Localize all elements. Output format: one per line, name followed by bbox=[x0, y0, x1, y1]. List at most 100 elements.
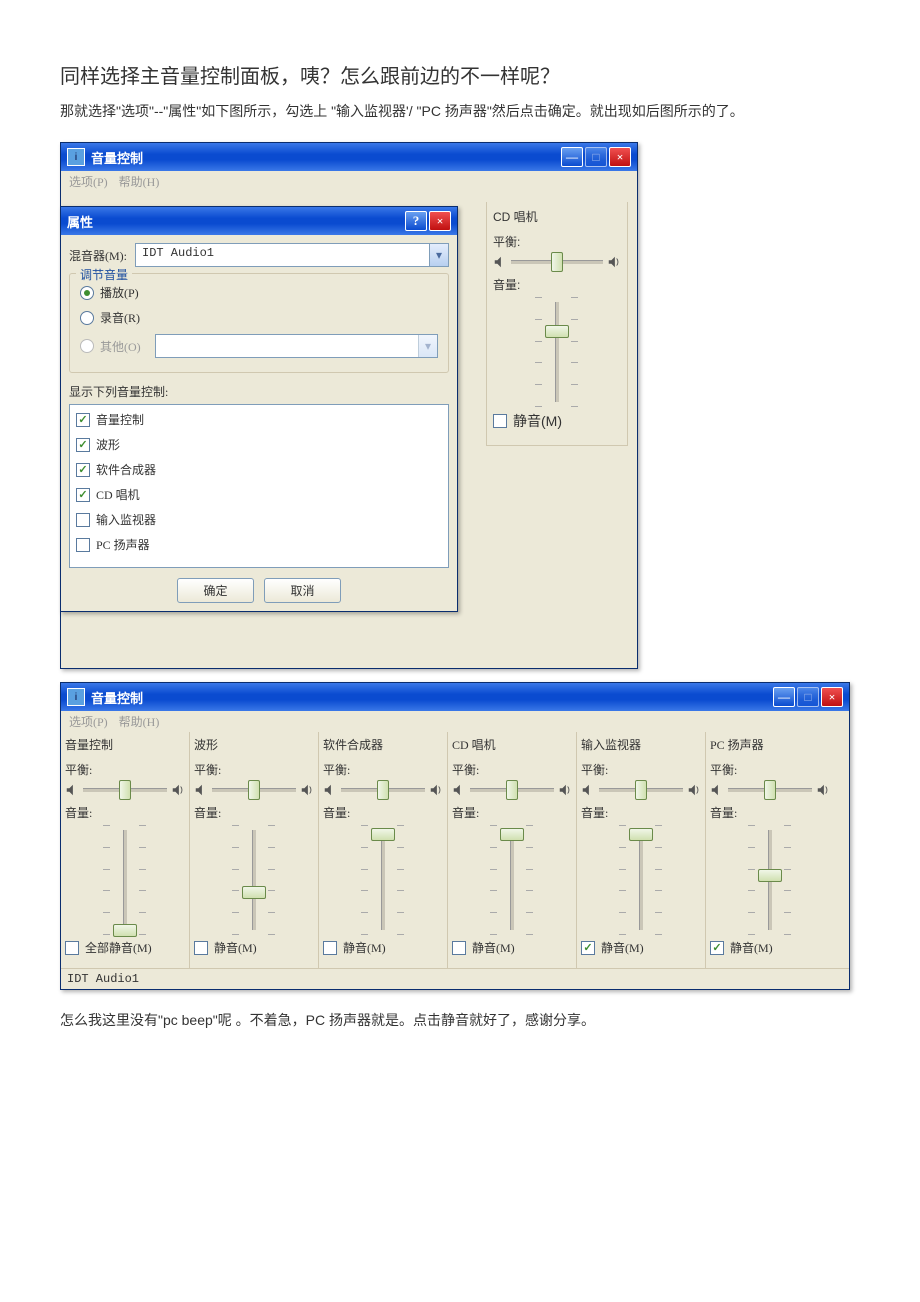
mute-checkbox[interactable]: ✓静音(M) bbox=[710, 939, 830, 956]
channel-title: 波形 bbox=[194, 736, 314, 753]
balance-slider[interactable] bbox=[470, 780, 554, 800]
speaker-left-icon bbox=[493, 255, 507, 269]
channel-title: 输入监视器 bbox=[581, 736, 701, 753]
prop-titlebar: 属性 ? × bbox=[61, 207, 457, 235]
volume-label: 音量: bbox=[194, 804, 314, 821]
minimize-button[interactable]: — bbox=[561, 147, 583, 167]
speaker-right-icon bbox=[429, 783, 443, 797]
menu-help[interactable]: 帮助(H) bbox=[119, 715, 160, 729]
check-volume-control[interactable]: ✓音量控制 bbox=[76, 411, 442, 428]
channel-title: 音量控制 bbox=[65, 736, 185, 753]
speaker-left-icon bbox=[194, 783, 208, 797]
prop-title: 属性 bbox=[67, 212, 405, 231]
mute-checkbox[interactable]: 静音(M) bbox=[493, 411, 621, 431]
volume-label: 音量: bbox=[452, 804, 572, 821]
menu-options[interactable]: 选项(P) bbox=[69, 715, 108, 729]
balance-slider[interactable] bbox=[511, 252, 603, 272]
chevron-down-icon: ▾ bbox=[418, 335, 437, 357]
volume-label: 音量: bbox=[581, 804, 701, 821]
balance-label: 平衡: bbox=[493, 233, 621, 250]
balance-slider[interactable] bbox=[599, 780, 683, 800]
channel-title: CD 唱机 bbox=[452, 736, 572, 753]
close-button[interactable]: × bbox=[609, 147, 631, 167]
screenshot-2: i 音量控制 — □ × 选项(P) 帮助(H) 音量控制平衡:音量:全部静音(… bbox=[60, 682, 850, 990]
doc-para-2: 怎么我这里没有"pc beep"呢 。不着急，PC 扬声器就是。点击静音就好了，… bbox=[60, 1010, 860, 1031]
radio-other: 其他(O) ▾ bbox=[80, 334, 438, 358]
menubar-2: 选项(P) 帮助(H) bbox=[61, 711, 849, 732]
volume-label: 音量: bbox=[65, 804, 185, 821]
screenshot-1: i 音量控制 — □ × 选项(P) 帮助(H) CD 唱机 平衡: 音量: bbox=[60, 142, 636, 662]
speaker-right-icon bbox=[687, 783, 701, 797]
menu-options[interactable]: 选项(P) bbox=[69, 175, 108, 189]
volume-slider[interactable] bbox=[452, 825, 572, 935]
radio-play[interactable]: 播放(P) bbox=[80, 284, 438, 301]
app-icon: i bbox=[67, 688, 85, 706]
help-button[interactable]: ? bbox=[405, 211, 427, 231]
balance-label: 平衡: bbox=[710, 761, 830, 778]
window-title-2: 音量控制 bbox=[91, 688, 773, 707]
balance-slider[interactable] bbox=[341, 780, 425, 800]
check-input-monitor[interactable]: 输入监视器 bbox=[76, 511, 442, 528]
speaker-right-icon bbox=[558, 783, 572, 797]
channel-inmon: 输入监视器平衡: 音量: ✓静音(M) bbox=[576, 732, 705, 968]
balance-slider[interactable] bbox=[212, 780, 296, 800]
mixer-label: 混音器(M): bbox=[69, 247, 127, 264]
channel-title: 软件合成器 bbox=[323, 736, 443, 753]
balance-label: 平衡: bbox=[194, 761, 314, 778]
balance-label: 平衡: bbox=[323, 761, 443, 778]
controls-listbox: ✓音量控制 ✓波形 ✓软件合成器 ✓CD 唱机 输入监视器 PC 扬声器 bbox=[69, 404, 449, 568]
mute-checkbox[interactable]: 静音(M) bbox=[452, 939, 572, 956]
check-pc-speaker[interactable]: PC 扬声器 bbox=[76, 536, 442, 553]
speaker-left-icon bbox=[710, 783, 724, 797]
speaker-left-icon bbox=[581, 783, 595, 797]
balance-label: 平衡: bbox=[65, 761, 185, 778]
ok-button[interactable]: 确定 bbox=[177, 578, 254, 603]
radio-record[interactable]: 录音(R) bbox=[80, 309, 438, 326]
volume-slider[interactable] bbox=[323, 825, 443, 935]
speaker-left-icon bbox=[323, 783, 337, 797]
speaker-right-icon bbox=[607, 255, 621, 269]
cd-channel-panel: CD 唱机 平衡: 音量: 静音(M) bbox=[486, 202, 628, 446]
cancel-button[interactable]: 取消 bbox=[264, 578, 341, 603]
channel-pcspk: PC 扬声器平衡: 音量: ✓静音(M) bbox=[705, 732, 834, 968]
volume-label: 音量: bbox=[323, 804, 443, 821]
status-bar: IDT Audio1 bbox=[61, 969, 849, 989]
mute-checkbox[interactable]: ✓静音(M) bbox=[581, 939, 701, 956]
maximize-button: □ bbox=[797, 687, 819, 707]
balance-label: 平衡: bbox=[452, 761, 572, 778]
balance-label: 平衡: bbox=[581, 761, 701, 778]
channel-title-cd: CD 唱机 bbox=[493, 208, 621, 225]
check-cd[interactable]: ✓CD 唱机 bbox=[76, 486, 442, 503]
check-synth[interactable]: ✓软件合成器 bbox=[76, 461, 442, 478]
minimize-button[interactable]: — bbox=[773, 687, 795, 707]
speaker-left-icon bbox=[65, 783, 79, 797]
mute-checkbox[interactable]: 静音(M) bbox=[194, 939, 314, 956]
volume-label: 音量: bbox=[710, 804, 830, 821]
volume-slider[interactable] bbox=[493, 297, 621, 407]
app-icon: i bbox=[67, 148, 85, 166]
volume-slider[interactable] bbox=[710, 825, 830, 935]
speaker-right-icon bbox=[171, 783, 185, 797]
volume-slider[interactable] bbox=[581, 825, 701, 935]
show-controls-label: 显示下列音量控制: bbox=[69, 383, 449, 400]
channel-vc: 音量控制平衡: 音量: 全部静音(M) bbox=[61, 732, 189, 968]
titlebar: i 音量控制 — □ × bbox=[61, 143, 637, 171]
volume-slider[interactable] bbox=[65, 825, 185, 935]
other-combo: ▾ bbox=[155, 334, 438, 358]
maximize-button: □ bbox=[585, 147, 607, 167]
menu-help[interactable]: 帮助(H) bbox=[119, 175, 160, 189]
chevron-down-icon: ▾ bbox=[429, 244, 448, 266]
close-button[interactable]: × bbox=[821, 687, 843, 707]
balance-slider[interactable] bbox=[83, 780, 167, 800]
balance-slider[interactable] bbox=[728, 780, 812, 800]
volume-slider[interactable] bbox=[194, 825, 314, 935]
check-wave[interactable]: ✓波形 bbox=[76, 436, 442, 453]
mute-checkbox[interactable]: 静音(M) bbox=[323, 939, 443, 956]
window-title: 音量控制 bbox=[91, 148, 561, 167]
doc-para-1: 那就选择"选项"--"属性"如下图所示，勾选上 "输入监视器'/ "PC 扬声器… bbox=[60, 101, 860, 122]
channel-title: PC 扬声器 bbox=[710, 736, 830, 753]
prop-close-button[interactable]: × bbox=[429, 211, 451, 231]
mixer-combo[interactable]: IDT Audio1▾ bbox=[135, 243, 449, 267]
mute-checkbox[interactable]: 全部静音(M) bbox=[65, 939, 185, 956]
speaker-right-icon bbox=[300, 783, 314, 797]
